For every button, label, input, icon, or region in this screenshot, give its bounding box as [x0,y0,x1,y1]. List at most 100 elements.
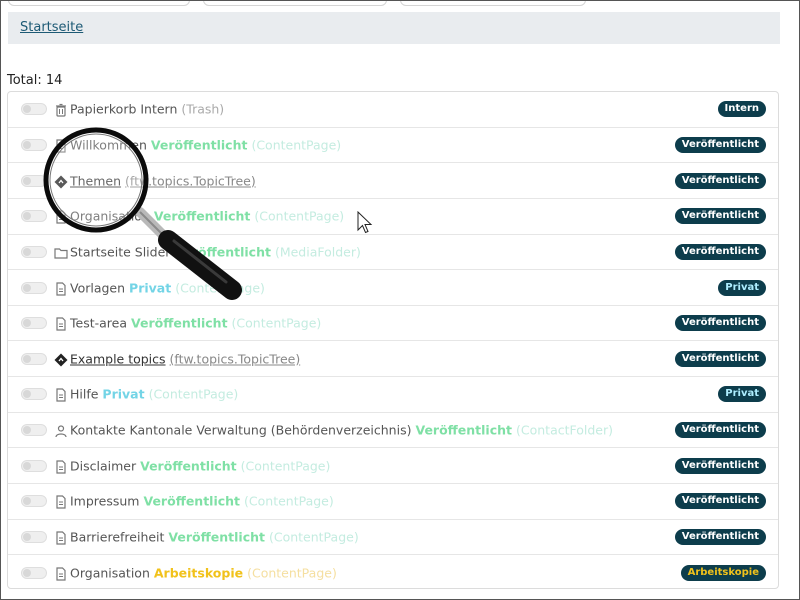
row-toggle[interactable] [21,567,47,580]
row-status: Veröffentlicht [415,422,513,438]
document-icon [54,566,68,581]
row-text: Example topics (ftw.topics.TopicTree) [70,351,300,366]
total-count: Total: 14 [7,73,63,88]
row-title: Disclaimer [70,458,137,474]
document-icon [54,530,68,545]
row-title: Papierkorb Intern [70,101,178,117]
row-title-link[interactable]: Example topics [70,351,166,366]
row-status: Arbeitskopie [153,565,244,581]
status-badge: Privat [718,386,766,403]
row-status: Veröffentlicht [150,137,248,153]
list-item: Hilfe Privat (ContentPage) Privat [8,377,778,413]
row-status: Veröffentlicht [140,458,237,474]
row-text: Disclaimer Veröffentlicht (ContentPage) [70,458,330,473]
status-badge: Veröffentlicht [674,208,766,225]
row-text: Organisation Veröffentlicht (ContentPage… [70,209,344,224]
row-title: Kontakte Kantonale Verwaltung (Behördenv… [70,422,412,438]
row-title: Organisation [70,565,150,581]
row-status: Veröffentlicht [131,315,228,331]
document-icon [54,494,68,509]
folder-icon [54,245,68,259]
row-type: (ContentPage) [240,458,331,474]
row-text: Organisation Arbeitskopie (ContentPage) [70,566,337,581]
row-title: Impressum [70,493,140,509]
row-text: Startseite Slider Veröffentlicht (MediaF… [70,244,361,259]
list-item: Papierkorb Intern (Trash) Intern [8,92,778,128]
row-type: (Trash) [181,101,225,117]
row-text: Test-area Veröffentlicht (ContentPage) [70,316,321,331]
row-toggle[interactable] [21,317,47,330]
trash-icon [54,102,68,117]
list-item: Kontakte Kantonale Verwaltung (Behördenv… [8,413,778,449]
status-badge: Veröffentlicht [674,457,766,474]
row-text: Papierkorb Intern (Trash) [70,102,224,117]
document-icon [54,316,68,331]
row-toggle[interactable] [21,352,47,365]
list-item: Themen (ftw.topics.TopicTree) Veröffentli… [8,163,778,199]
row-title-link[interactable]: Themen [70,173,121,188]
row-toggle[interactable] [21,103,47,116]
row-status: Veröffentlicht [174,244,271,260]
status-badge: Veröffentlicht [674,350,766,367]
list-item: Barrierefreiheit Veröffentlicht (Content… [8,520,778,556]
status-badge: Veröffentlicht [674,243,766,260]
row-type: (ContentPage) [231,315,322,331]
mouse-cursor-icon [357,211,373,234]
row-toggle[interactable] [21,245,47,258]
row-type: (ContentPage) [268,529,359,545]
row-toggle[interactable] [21,210,47,223]
document-icon [54,281,68,296]
top-tab-2[interactable] [203,0,387,6]
row-title: Startseite Slider [70,244,171,260]
status-badge: Intern [717,101,766,118]
row-toggle[interactable] [21,424,47,437]
row-title: Vorlagen [70,280,126,296]
row-text: Vorlagen Privat (ContentPage) [70,280,265,295]
list-item: Example topics (ftw.topics.TopicTree) Ver… [8,341,778,378]
top-tab-3[interactable] [400,0,586,6]
list-item: Vorlagen Privat (ContentPage) Privat [8,270,778,306]
row-type: (ContentPage) [244,493,334,509]
row-toggle[interactable] [21,495,47,508]
topic-tree-icon [54,174,68,189]
breadcrumb: Startseite [8,12,780,44]
row-status: Veröffentlicht [168,529,265,545]
row-type: (ftw.topics.TopicTree) [169,351,301,367]
status-badge: Arbeitskopie [680,565,766,582]
row-text: Hilfe Privat (ContentPage) [70,387,238,402]
content-list: Papierkorb Intern (Trash) Intern Willkomme… [7,91,779,589]
row-toggle[interactable] [21,281,47,294]
row-toggle[interactable] [21,531,47,543]
row-text: Impressum Veröffentlicht (ContentPage) [70,494,334,509]
row-toggle[interactable] [21,138,47,151]
document-icon [54,387,68,403]
row-type: (ContentPage) [247,565,337,581]
list-item: Organisation Arbeitskopie (ContentPage) A… [8,555,778,591]
row-status: Veröffentlicht [143,493,241,509]
row-status: Privat [129,280,172,296]
list-item: Disclaimer Veröffentlicht (ContentPage) V… [8,448,778,485]
status-badge: Veröffentlicht [674,136,766,153]
row-text: Kontakte Kantonale Verwaltung (Behördenv… [70,423,613,438]
row-type: (ContactFolder) [516,422,614,438]
row-type: (ftw.topics.TopicTree) [125,173,256,189]
row-title: Willkommen [70,137,147,153]
topic-tree-icon [54,352,68,367]
list-item: Startseite Slider Veröffentlicht (MediaF… [8,235,778,271]
row-toggle[interactable] [21,174,47,187]
row-type: (ContentPage) [148,386,239,402]
document-icon [54,209,68,224]
row-status: Privat [102,386,145,402]
document-icon [54,138,68,153]
status-badge: Privat [718,279,766,296]
row-status: Veröffentlicht [153,208,251,224]
top-tab-1[interactable] [8,0,190,6]
row-title: Test-area [70,315,128,331]
row-text: Barrierefreiheit Veröffentlicht (Content… [70,530,359,545]
breadcrumb-startseite-link[interactable]: Startseite [20,20,83,35]
row-toggle[interactable] [21,459,47,472]
row-title: Organisation [70,208,150,224]
row-text: Willkommen Veröffentlicht (ContentPage) [70,137,341,152]
document-icon [54,459,68,474]
row-toggle[interactable] [21,388,47,401]
